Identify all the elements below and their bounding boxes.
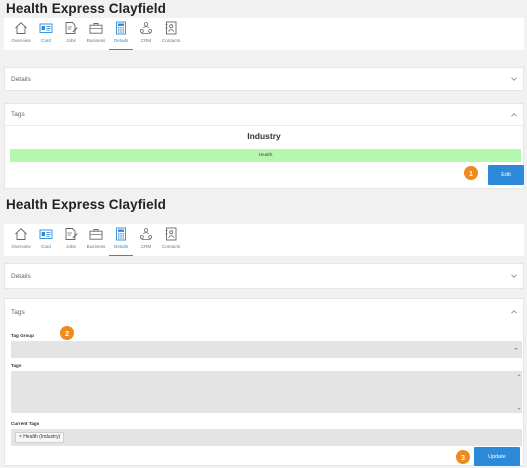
contact-book-icon <box>165 227 177 241</box>
chevron-down-icon[interactable] <box>510 75 518 83</box>
page-title: Health Express Clayfield <box>6 1 166 16</box>
tags-header-label: Tags <box>11 111 25 118</box>
tab-label: Business <box>86 38 106 43</box>
tab-overview[interactable]: Overview <box>8 224 34 256</box>
chevron-up-icon[interactable] <box>510 111 518 119</box>
current-tags-field[interactable]: × Health (Industry) <box>11 429 522 446</box>
tab-contacts[interactable]: Contacts <box>158 18 184 50</box>
tab-label: Business <box>86 244 106 249</box>
details-header-label: Details <box>11 272 31 280</box>
tags-panel: Tags 2 Tag Group Tags Current Tags × Hea… <box>4 298 524 466</box>
scrollbar-arrows-icon[interactable] <box>517 373 521 411</box>
update-button[interactable]: Update <box>474 447 520 466</box>
dropdown-caret-icon <box>514 348 518 350</box>
tab-label: Jobs <box>66 38 76 43</box>
tab-label: Card <box>41 244 51 249</box>
tab-business[interactable]: Business <box>83 224 109 256</box>
id-card-icon <box>39 229 53 239</box>
tags-header-label: Tags <box>11 308 25 316</box>
calculator-icon <box>116 227 126 241</box>
edit-document-icon <box>65 228 78 240</box>
tab-label: Details <box>113 38 129 43</box>
page-title: Health Express Clayfield <box>6 197 166 212</box>
tags-select[interactable] <box>11 371 522 413</box>
tab-details[interactable]: Details <box>108 224 134 256</box>
tags-header[interactable]: Tags <box>5 104 523 126</box>
tag-industry-health: Health <box>10 149 521 162</box>
edit-document-icon <box>65 22 78 34</box>
tab-card[interactable]: Card <box>33 18 59 50</box>
chevron-down-icon[interactable] <box>510 272 518 280</box>
details-header-label: Details <box>11 75 31 83</box>
tab-bar: Overview Card Jobs Business Details CRM … <box>4 224 524 256</box>
tab-bar: Overview Card Jobs Business Details CRM … <box>4 18 524 50</box>
tab-label: Overview <box>11 38 31 43</box>
tab-jobs[interactable]: Jobs <box>58 224 84 256</box>
tag-group-select[interactable] <box>11 341 522 358</box>
tab-label: Details <box>113 244 129 249</box>
step-badge-2: 2 <box>60 326 74 340</box>
briefcase-icon <box>89 229 103 240</box>
details-header[interactable]: Details <box>5 68 523 90</box>
tab-label: Overview <box>11 244 31 249</box>
tab-label: CRM <box>140 244 152 249</box>
tab-contacts[interactable]: Contacts <box>158 224 184 256</box>
details-panel: Details <box>4 67 524 91</box>
home-icon <box>15 22 27 34</box>
step-badge-3: 3 <box>456 450 470 464</box>
tab-label: Contacts <box>161 244 181 249</box>
tags-panel: Tags Industry Health Edit 1 <box>4 103 524 189</box>
tags-label: Tags <box>11 363 22 368</box>
step-badge-1: 1 <box>464 166 478 180</box>
tag-group-title: Industry <box>247 131 281 141</box>
home-icon <box>15 228 27 240</box>
tab-card[interactable]: Card <box>33 224 59 256</box>
tab-crm[interactable]: CRM <box>133 224 159 256</box>
calculator-icon <box>116 21 126 35</box>
people-network-icon <box>139 228 153 240</box>
chevron-up-icon[interactable] <box>510 308 518 316</box>
tab-crm[interactable]: CRM <box>133 18 159 50</box>
tab-label: Card <box>41 38 51 43</box>
tab-business[interactable]: Business <box>83 18 109 50</box>
tab-details[interactable]: Details <box>108 18 134 50</box>
details-header[interactable]: Details <box>5 264 523 288</box>
current-tag-chip[interactable]: × Health (Industry) <box>15 432 65 443</box>
people-network-icon <box>139 22 153 34</box>
tab-label: CRM <box>140 38 152 43</box>
briefcase-icon <box>89 23 103 34</box>
current-tags-label: Current Tags <box>11 421 40 426</box>
tags-header[interactable]: Tags <box>5 299 523 325</box>
contact-book-icon <box>165 21 177 35</box>
tab-jobs[interactable]: Jobs <box>58 18 84 50</box>
tag-group-label: Tag Group <box>11 333 34 338</box>
tab-label: Contacts <box>161 38 181 43</box>
tab-label: Jobs <box>66 244 76 249</box>
details-panel: Details <box>4 263 524 289</box>
edit-button[interactable]: Edit <box>488 165 524 185</box>
id-card-icon <box>39 23 53 33</box>
tab-overview[interactable]: Overview <box>8 18 34 50</box>
